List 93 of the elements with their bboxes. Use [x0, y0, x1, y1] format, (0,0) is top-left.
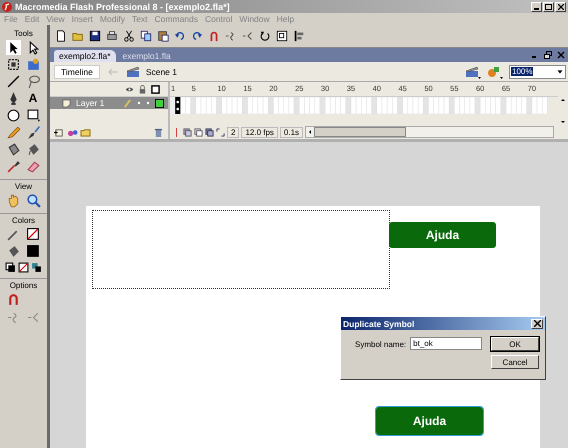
eraser-icon[interactable]: [26, 159, 40, 174]
onion-outline-icon[interactable]: [194, 128, 203, 136]
menu-item[interactable]: Commands: [154, 14, 198, 24]
layer-icon: [62, 98, 71, 108]
add-layer-icon[interactable]: [54, 128, 65, 136]
copy-icon[interactable]: [140, 30, 152, 42]
folder-icon[interactable]: [80, 128, 91, 136]
pencil-tool-icon[interactable]: [6, 125, 20, 140]
menu-item[interactable]: Insert: [72, 14, 93, 24]
layer-name: Layer 1: [76, 98, 104, 108]
fill-swatch-icon[interactable]: [26, 244, 40, 259]
layer-row[interactable]: Layer 1: [50, 97, 168, 109]
help-button[interactable]: Ajuda: [376, 407, 483, 435]
panel-title: Tools: [14, 29, 33, 38]
panel-section-title: Options: [0, 278, 47, 290]
scale-icon[interactable]: [276, 30, 288, 42]
scene-label[interactable]: Scene 1: [146, 66, 178, 76]
horizontal-scrollbar[interactable]: [305, 126, 554, 138]
window-title: Macromedia Flash Professional 8 - [exemplo2.fla*]: [15, 2, 230, 12]
no-color-swatch-icon[interactable]: [26, 227, 40, 242]
outline-swatch-icon[interactable]: [155, 98, 164, 108]
edit-scene-icon[interactable]: [465, 64, 481, 78]
cut-icon[interactable]: [123, 30, 135, 42]
trash-icon[interactable]: [153, 128, 164, 136]
close-icon: [558, 4, 564, 10]
close-icon: [534, 320, 540, 327]
menu-item[interactable]: Modify: [100, 14, 125, 24]
rectangle-tool-icon[interactable]: [26, 108, 40, 123]
oval-tool-icon[interactable]: [6, 108, 20, 123]
pencil-icon: [123, 98, 132, 108]
elapsed-time: 0.1s: [280, 126, 304, 138]
maximize-button[interactable]: [543, 2, 554, 12]
rotate-icon[interactable]: [259, 30, 271, 42]
menu-item[interactable]: Text: [132, 14, 148, 24]
dialog-title: Duplicate Symbol: [343, 318, 414, 328]
maximize-icon: [545, 4, 552, 10]
print-icon[interactable]: [106, 30, 118, 42]
undo-icon[interactable]: [174, 30, 186, 42]
dialog-button[interactable]: OK: [491, 337, 539, 351]
swap-colors-icon[interactable]: [31, 262, 42, 273]
edit-multiple-frames-icon[interactable]: [205, 128, 214, 136]
symbol-name-field[interactable]: bt_ok: [410, 337, 482, 350]
clapper-icon: [126, 66, 140, 78]
dialog-button[interactable]: Cancel: [491, 355, 539, 369]
menu-item[interactable]: File: [4, 14, 18, 24]
panel-section-title: View: [0, 179, 47, 191]
brush-tool-icon[interactable]: [26, 125, 40, 140]
new-icon[interactable]: [55, 30, 67, 42]
help-button[interactable]: Ajuda: [389, 222, 496, 248]
arrow-tool-icon[interactable]: [6, 40, 20, 55]
no-color-icon[interactable]: [18, 262, 29, 273]
onion-markers-icon[interactable]: [216, 128, 225, 136]
close-button[interactable]: [531, 318, 543, 328]
menu-item[interactable]: Help: [276, 14, 294, 24]
straighten-icon[interactable]: [242, 30, 254, 42]
text-tool[interactable]: A: [26, 91, 40, 106]
menu-item[interactable]: View: [46, 14, 65, 24]
default-colors-icon[interactable]: [5, 262, 16, 273]
menu-item[interactable]: Control: [205, 14, 232, 24]
eye-icon[interactable]: [125, 84, 134, 94]
paste-icon[interactable]: [157, 30, 169, 42]
visibility-dot-icon[interactable]: [137, 101, 141, 105]
frame-rate: 12.0 fps: [241, 126, 278, 138]
menu-item[interactable]: Edit: [24, 14, 40, 24]
outline-icon[interactable]: [151, 84, 160, 94]
app-icon: [2, 2, 12, 12]
transform-tool-icon[interactable]: [6, 57, 20, 72]
add-guide-layer-icon[interactable]: [67, 128, 78, 136]
lock-icon[interactable]: [138, 84, 147, 94]
document-tab[interactable]: exemplo2.fla*: [54, 50, 116, 62]
minimize-button[interactable]: [531, 2, 542, 12]
zoom-dropdown[interactable]: 100%: [509, 64, 566, 78]
magnifier-icon[interactable]: [26, 193, 40, 208]
line-tool-icon[interactable]: [6, 74, 20, 89]
open-icon[interactable]: [72, 30, 84, 42]
lock-dot-icon[interactable]: [146, 101, 150, 105]
timeline-button[interactable]: Timeline: [54, 64, 100, 78]
lasso-tool-icon[interactable]: [26, 74, 40, 89]
restore-icon[interactable]: [544, 51, 552, 59]
menu-item[interactable]: Window: [239, 14, 270, 24]
close-icon[interactable]: [557, 51, 565, 59]
field-label: Symbol name:: [355, 340, 406, 349]
magnet-icon[interactable]: [208, 30, 220, 42]
close-button[interactable]: [555, 2, 566, 12]
align-icon[interactable]: [293, 30, 305, 42]
onion-skin-icon[interactable]: [183, 128, 192, 136]
panel-section-title: Colors: [0, 213, 47, 225]
document-tab[interactable]: exemplo1.fla: [118, 50, 176, 62]
current-frame: 2: [227, 126, 240, 138]
eyedropper-icon[interactable]: [6, 159, 20, 174]
redo-icon[interactable]: [191, 30, 203, 42]
edit-symbols-icon[interactable]: [487, 64, 503, 78]
save-icon[interactable]: [89, 30, 101, 42]
